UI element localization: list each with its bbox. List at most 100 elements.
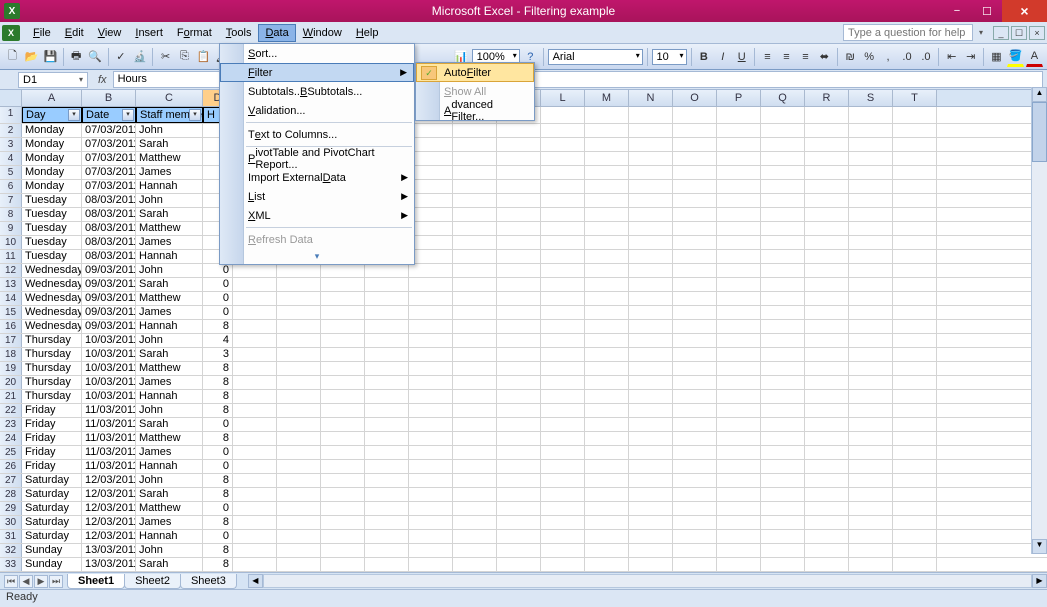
- cell[interactable]: Wednesday: [22, 306, 82, 319]
- cell[interactable]: [277, 278, 321, 291]
- cell[interactable]: [453, 138, 497, 151]
- cell[interactable]: [805, 222, 849, 235]
- cell[interactable]: [453, 488, 497, 501]
- cell[interactable]: [321, 460, 365, 473]
- row-header[interactable]: 18: [0, 348, 22, 361]
- sheet-tab-sheet2[interactable]: Sheet2: [124, 574, 181, 589]
- cell[interactable]: [805, 558, 849, 571]
- cell[interactable]: 08/03/2011: [82, 222, 136, 235]
- cell[interactable]: [629, 208, 673, 221]
- cell[interactable]: [849, 194, 893, 207]
- cell[interactable]: [497, 306, 541, 319]
- cell[interactable]: [629, 460, 673, 473]
- cell[interactable]: 0: [203, 502, 233, 515]
- cell[interactable]: [541, 152, 585, 165]
- cell[interactable]: [453, 320, 497, 333]
- cell[interactable]: 0: [203, 264, 233, 277]
- cell[interactable]: [629, 502, 673, 515]
- cell[interactable]: [541, 222, 585, 235]
- cell[interactable]: [497, 404, 541, 417]
- cell[interactable]: [541, 264, 585, 277]
- close-button[interactable]: ×: [1002, 0, 1047, 22]
- cell[interactable]: [893, 320, 937, 333]
- cell[interactable]: 4: [203, 334, 233, 347]
- cell[interactable]: [805, 390, 849, 403]
- filter-dropdown-icon[interactable]: ▾: [68, 109, 80, 121]
- cell[interactable]: [497, 530, 541, 543]
- cell[interactable]: [717, 544, 761, 557]
- cell[interactable]: [717, 516, 761, 529]
- cell[interactable]: [849, 107, 893, 123]
- horizontal-scrollbar[interactable]: ◀ ▶: [248, 574, 1047, 588]
- cell[interactable]: [233, 418, 277, 431]
- cell[interactable]: 8: [203, 320, 233, 333]
- cell[interactable]: [453, 334, 497, 347]
- cell[interactable]: [409, 292, 453, 305]
- cell[interactable]: [585, 376, 629, 389]
- cell[interactable]: [893, 264, 937, 277]
- cell[interactable]: [585, 516, 629, 529]
- menu-data[interactable]: Data: [258, 24, 295, 42]
- cell[interactable]: [277, 292, 321, 305]
- cell[interactable]: [761, 236, 805, 249]
- cell[interactable]: [849, 292, 893, 305]
- cell[interactable]: [321, 362, 365, 375]
- cell[interactable]: [453, 474, 497, 487]
- cell[interactable]: 8: [203, 390, 233, 403]
- cell[interactable]: [409, 474, 453, 487]
- cell[interactable]: [849, 264, 893, 277]
- cell[interactable]: [761, 362, 805, 375]
- cell[interactable]: 09/03/2011: [82, 306, 136, 319]
- cell[interactable]: Sarah: [136, 278, 203, 291]
- cell[interactable]: [497, 362, 541, 375]
- cell[interactable]: [849, 432, 893, 445]
- cell[interactable]: 0: [203, 530, 233, 543]
- row-header[interactable]: 25: [0, 446, 22, 459]
- select-all-corner[interactable]: [0, 90, 22, 106]
- cell[interactable]: [365, 404, 409, 417]
- cell[interactable]: [233, 502, 277, 515]
- cell[interactable]: Sarah: [136, 348, 203, 361]
- cell[interactable]: [233, 558, 277, 571]
- cell[interactable]: [585, 292, 629, 305]
- cell[interactable]: [673, 488, 717, 501]
- cell[interactable]: 8: [203, 488, 233, 501]
- cell[interactable]: 07/03/2011: [82, 124, 136, 137]
- cell[interactable]: [761, 530, 805, 543]
- cell[interactable]: [893, 544, 937, 557]
- cell[interactable]: [365, 306, 409, 319]
- cell[interactable]: [541, 474, 585, 487]
- cell[interactable]: John: [136, 334, 203, 347]
- cell[interactable]: [585, 544, 629, 557]
- sheet-tab-sheet3[interactable]: Sheet3: [180, 574, 237, 589]
- excel-doc-icon[interactable]: X: [2, 25, 20, 41]
- cell[interactable]: [805, 516, 849, 529]
- row-header[interactable]: 24: [0, 432, 22, 445]
- menu-expand-button[interactable]: ▾: [220, 249, 414, 264]
- cell[interactable]: [717, 138, 761, 151]
- cell[interactable]: [233, 516, 277, 529]
- cell[interactable]: [497, 264, 541, 277]
- cell[interactable]: [541, 404, 585, 417]
- cell[interactable]: [541, 124, 585, 137]
- cell[interactable]: [717, 404, 761, 417]
- row-header[interactable]: 2: [0, 124, 22, 137]
- cell[interactable]: [277, 558, 321, 571]
- cell[interactable]: [717, 107, 761, 123]
- cell[interactable]: 8: [203, 376, 233, 389]
- cell[interactable]: [849, 180, 893, 193]
- cell[interactable]: [585, 180, 629, 193]
- cell[interactable]: James: [136, 166, 203, 179]
- cell[interactable]: [805, 544, 849, 557]
- cell[interactable]: Hannah: [136, 390, 203, 403]
- cell[interactable]: 0: [203, 446, 233, 459]
- cell[interactable]: [277, 446, 321, 459]
- menu-item-import-external-data[interactable]: Import External Data▶: [220, 168, 414, 187]
- cell[interactable]: [717, 474, 761, 487]
- cell[interactable]: [761, 376, 805, 389]
- cell[interactable]: John: [136, 544, 203, 557]
- cell[interactable]: 11/03/2011: [82, 432, 136, 445]
- cell[interactable]: [409, 194, 453, 207]
- cell[interactable]: [717, 166, 761, 179]
- cell[interactable]: [453, 460, 497, 473]
